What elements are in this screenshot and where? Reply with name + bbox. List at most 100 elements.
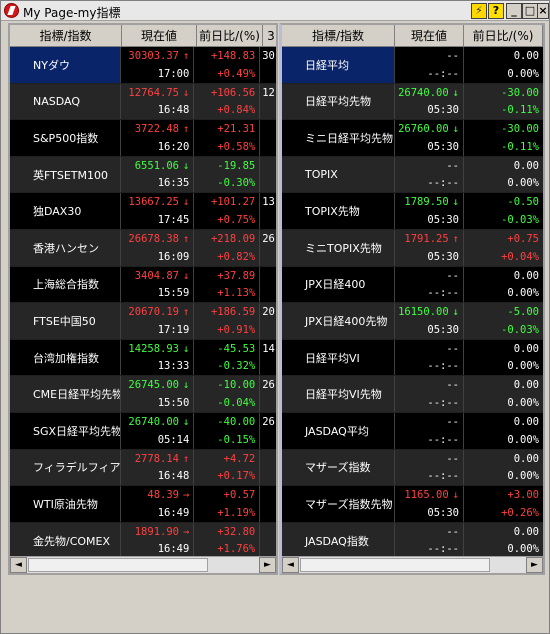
instrument-name: CME日経平均先物 <box>10 376 121 412</box>
scroll-left-button[interactable]: ◄ <box>10 557 27 573</box>
header-extra[interactable]: 3 <box>263 25 276 47</box>
left-quote-pane: 指標/指数 現在値 前日比/(%) 3 NYダウ 30303.37 ↑ 17:00 +1… <box>8 23 278 575</box>
quote-row[interactable]: JPX日経400先物 16150.00 ↓ 05:30 -5.00 -0.03% <box>282 303 543 340</box>
quote-row[interactable]: マザーズ指数先物 1165.00 ↓ 05:30 +3.00 +0.26% <box>282 486 543 523</box>
price: 1165.00 <box>404 489 449 502</box>
change-cell: +4.72 +0.17% <box>194 450 259 486</box>
quote-row[interactable]: 独DAX30 13667.25 ↓ 17:45 +101.27 +0.75% 13 <box>10 193 276 230</box>
quote-row[interactable]: TOPIX先物 1789.50 ↓ 05:30 -0.50 -0.03% <box>282 193 543 230</box>
quote-row[interactable]: 日経平均VI -- --:-- 0.00 0.00% <box>282 339 543 377</box>
instrument-name: 日経平均先物 <box>282 83 395 120</box>
extra-column-cell: 26 <box>259 229 276 266</box>
change-amount: +21.31 <box>217 123 256 136</box>
quote-row[interactable]: ミニTOPIX先物 1791.25 ↑ 05:30 +0.75 +0.04% <box>282 229 543 267</box>
quote-row[interactable]: FTSE中国50 20670.19 ↑ 17:19 +186.59 +0.91% 20 <box>10 303 276 340</box>
change-amount: -5.00 <box>507 306 539 319</box>
current-value-cell: -- --:-- <box>395 266 464 303</box>
change-amount: 0.00 <box>513 525 539 538</box>
lightning-icon[interactable]: ⚡ <box>471 3 487 19</box>
close-button[interactable]: × <box>537 3 549 19</box>
header-name[interactable]: 指標/指数 <box>282 25 395 47</box>
quote-row[interactable]: フィラデルフィア半導 2778.14 ↑ 16:48 +4.72 +0.17% <box>10 449 276 487</box>
trend-arrow-icon: ↑ <box>183 306 190 319</box>
header-value[interactable]: 現在値 <box>395 25 464 47</box>
help-button[interactable]: ? <box>488 3 504 19</box>
current-value-cell: 26740.00 ↓ 05:14 <box>121 412 195 449</box>
current-value-cell: 1791.25 ↑ 05:30 <box>395 229 464 266</box>
quote-row[interactable]: 日経平均VI先物 -- --:-- 0.00 0.00% <box>282 376 543 413</box>
current-value-cell: 16150.00 ↓ 05:30 <box>395 303 464 339</box>
current-value-cell: 1789.50 ↓ 05:30 <box>395 193 464 229</box>
quote-row[interactable]: 上海総合指数 3404.87 ↓ 15:59 +37.89 +1.13% <box>10 266 276 304</box>
change-cell: 0.00 0.00% <box>464 267 543 303</box>
change-amount: -30.00 <box>501 86 539 99</box>
change-amount: +101.27 <box>210 196 256 209</box>
quote-row[interactable]: マザーズ指数 -- --:-- 0.00 0.00% <box>282 449 543 487</box>
quote-row[interactable]: NASDAQ 12764.75 ↓ 16:48 +106.56 +0.84% 12 <box>10 83 276 121</box>
quote-row[interactable]: WTI原油先物 48.39 → 16:49 +0.57 +1.19% <box>10 486 276 523</box>
scroll-right-button[interactable]: ► <box>259 557 276 573</box>
instrument-name: JASDAQ平均 <box>282 412 395 449</box>
maximize-button[interactable]: □ <box>522 3 538 19</box>
quote-row[interactable]: 日経平均先物 26740.00 ↓ 05:30 -30.00 -0.11% <box>282 83 543 121</box>
change-percent: -0.15% <box>217 433 256 446</box>
change-cell: 0.00 0.00% <box>464 413 543 449</box>
price: 26745.00 <box>128 379 179 392</box>
current-value-cell: 1891.90 → 16:49 <box>121 522 195 559</box>
trend-arrow-icon: ↓ <box>452 123 459 136</box>
quote-row[interactable]: ミニ日経平均先物 26760.00 ↓ 05:30 -30.00 -0.11% <box>282 120 543 157</box>
header-change[interactable]: 前日比/(%) <box>197 25 263 47</box>
change-amount: +4.72 <box>223 452 256 465</box>
quote-row[interactable]: JASDAQ指数 -- --:-- 0.00 0.00% <box>282 522 543 560</box>
quote-row[interactable]: 香港ハンセン 26678.38 ↑ 16:09 +218.09 +0.82% 26 <box>10 229 276 267</box>
price: 1891.90 <box>134 525 179 538</box>
left-hscrollbar[interactable]: ◄ ► <box>10 556 276 573</box>
header-name[interactable]: 指標/指数 <box>10 25 122 47</box>
scroll-left-button[interactable]: ◄ <box>282 557 299 573</box>
quote-row[interactable]: SGX日経平均先物 26740.00 ↓ 05:14 -40.00 -0.15% 26 <box>10 412 276 450</box>
quote-row[interactable]: JASDAQ平均 -- --:-- 0.00 0.00% <box>282 412 543 450</box>
scroll-thumb[interactable] <box>28 558 208 572</box>
current-value-cell: 20670.19 ↑ 17:19 <box>121 303 195 339</box>
scroll-right-button[interactable]: ► <box>526 557 543 573</box>
price: 30303.37 <box>128 50 179 62</box>
quote-time: 16:48 <box>157 104 190 117</box>
change-amount: +37.89 <box>217 269 256 282</box>
current-value-cell: 30303.37 ↑ 17:00 <box>121 47 195 83</box>
header-change[interactable]: 前日比/(%) <box>464 25 543 47</box>
quote-row[interactable]: 台湾加権指数 14258.93 ↓ 13:33 -45.53 -0.32% 14 <box>10 339 276 377</box>
change-percent: +0.91% <box>217 323 256 336</box>
title-bar[interactable]: My Page-my指標 ⚡ ? _ □ × <box>1 1 549 21</box>
extra-column-cell: 30 <box>259 47 276 83</box>
instrument-name: NYダウ <box>10 47 121 83</box>
change-amount: +3.00 <box>507 489 539 502</box>
quote-time: --:-- <box>427 543 459 556</box>
quote-row[interactable]: S&P500指数 3722.48 ↑ 16:20 +21.31 +0.58% <box>10 120 276 157</box>
right-hscrollbar[interactable]: ◄ ► <box>282 556 543 573</box>
quote-row[interactable]: CME日経平均先物 26745.00 ↓ 15:50 -10.00 -0.04% 26 <box>10 376 276 413</box>
quote-row[interactable]: TOPIX -- --:-- 0.00 0.00% <box>282 156 543 194</box>
change-cell: +0.57 +1.19% <box>194 486 259 522</box>
instrument-name: NASDAQ <box>10 83 121 120</box>
trend-arrow-icon: ↓ <box>183 415 190 428</box>
price: 26760.00 <box>398 123 449 136</box>
price: 1789.50 <box>404 196 449 209</box>
quote-row[interactable]: JPX日経400 -- --:-- 0.00 0.00% <box>282 266 543 304</box>
current-value-cell: 26760.00 ↓ 05:30 <box>395 120 464 156</box>
quote-row[interactable]: 金先物/COMEX 1891.90 → 16:49 +32.80 +1.76% <box>10 522 276 560</box>
quote-row[interactable]: NYダウ 30303.37 ↑ 17:00 +148.83 +0.49% 30 <box>10 47 276 84</box>
instrument-name: 金先物/COMEX <box>10 522 121 559</box>
quote-time: 16:35 <box>157 177 190 190</box>
quote-row[interactable]: 日経平均 -- --:-- 0.00 0.00% <box>282 47 543 84</box>
change-amount: +32.80 <box>217 525 256 538</box>
change-percent: +0.84% <box>217 104 256 117</box>
header-value[interactable]: 現在値 <box>122 25 197 47</box>
quote-row[interactable]: 英FTSETM100 6551.06 ↓ 16:35 -19.85 -0.30% <box>10 156 276 194</box>
change-cell: +148.83 +0.49% <box>194 47 259 83</box>
instrument-name: ミニ日経平均先物 <box>282 120 395 156</box>
instrument-name: SGX日経平均先物 <box>10 412 121 449</box>
minimize-button[interactable]: _ <box>506 3 522 19</box>
change-amount: +0.75 <box>507 232 539 245</box>
scroll-thumb[interactable] <box>300 558 490 572</box>
trend-arrow-icon: ↑ <box>452 232 459 245</box>
